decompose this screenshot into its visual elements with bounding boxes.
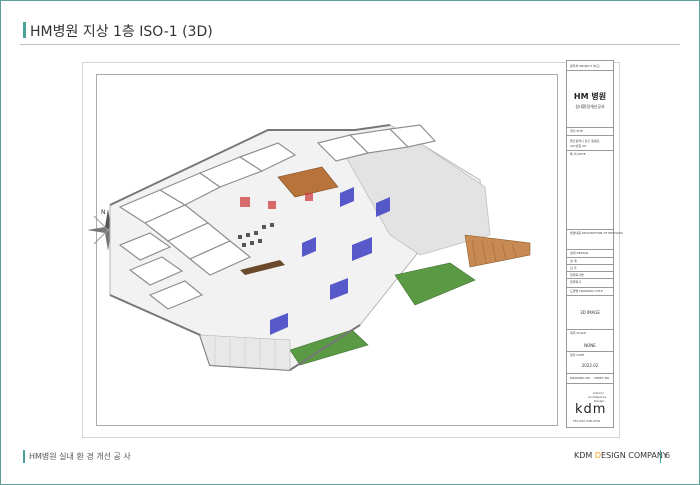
header-divider	[20, 44, 680, 45]
date-value: 2022.02	[581, 363, 599, 368]
company-phone: TEL.052-248-9761	[573, 419, 601, 423]
scale-label: 축척 SCALE	[570, 331, 587, 335]
note-label: 특 이 NOTE	[570, 152, 586, 156]
project-label: 발주처 PROJECT 부/교	[570, 64, 600, 68]
client-subtitle: 실내환경개선공사	[575, 104, 605, 109]
footer-separator	[660, 450, 661, 463]
description-label: 변경내용 DESCRIPTION OF REVISION	[570, 231, 623, 235]
client-name: HM 병원	[573, 92, 607, 101]
drawing-title-label: 도면명 DRAWING TITLE	[570, 289, 603, 293]
design-row-2: 감 리	[570, 266, 577, 270]
page-number: 6	[665, 451, 671, 460]
scale-value: NONE	[584, 343, 596, 348]
design-row-3: 협력회사명	[570, 273, 584, 277]
footer-project-name: HM병원 실내 환 경 개선 공 사	[29, 452, 131, 461]
design-label: 설계 DESIGN	[570, 251, 589, 255]
location-line-1: 울산광역시 남구 동평로	[570, 139, 600, 143]
location-line-2: 167번길 28	[570, 144, 587, 148]
design-row-1: 설 계	[570, 259, 577, 263]
title-block: 발주처 PROJECT 부/교 HM 병원 실내환경개선공사 위치 SITE 울…	[566, 60, 623, 428]
header-accent-bar	[23, 22, 26, 38]
page-title: HM병원 지상 1층 ISO-1 (3D)	[30, 24, 213, 40]
drawing-no-label: DRAWING NO	[570, 376, 591, 380]
isometric-floor-plan	[109, 124, 531, 372]
kdm-logo: kdm	[575, 402, 607, 417]
date-label: 일자 DATE	[570, 353, 585, 357]
location-label: 위치 SITE	[570, 129, 583, 133]
sheet-no-label: SHEET NO	[594, 376, 610, 380]
drawing-title: 3D IMAGE	[580, 310, 600, 315]
design-row-4: 협력회사	[570, 280, 582, 284]
footer-accent-bar	[23, 450, 25, 463]
footer-company: KDM DESIGN COMPANY	[574, 451, 668, 460]
